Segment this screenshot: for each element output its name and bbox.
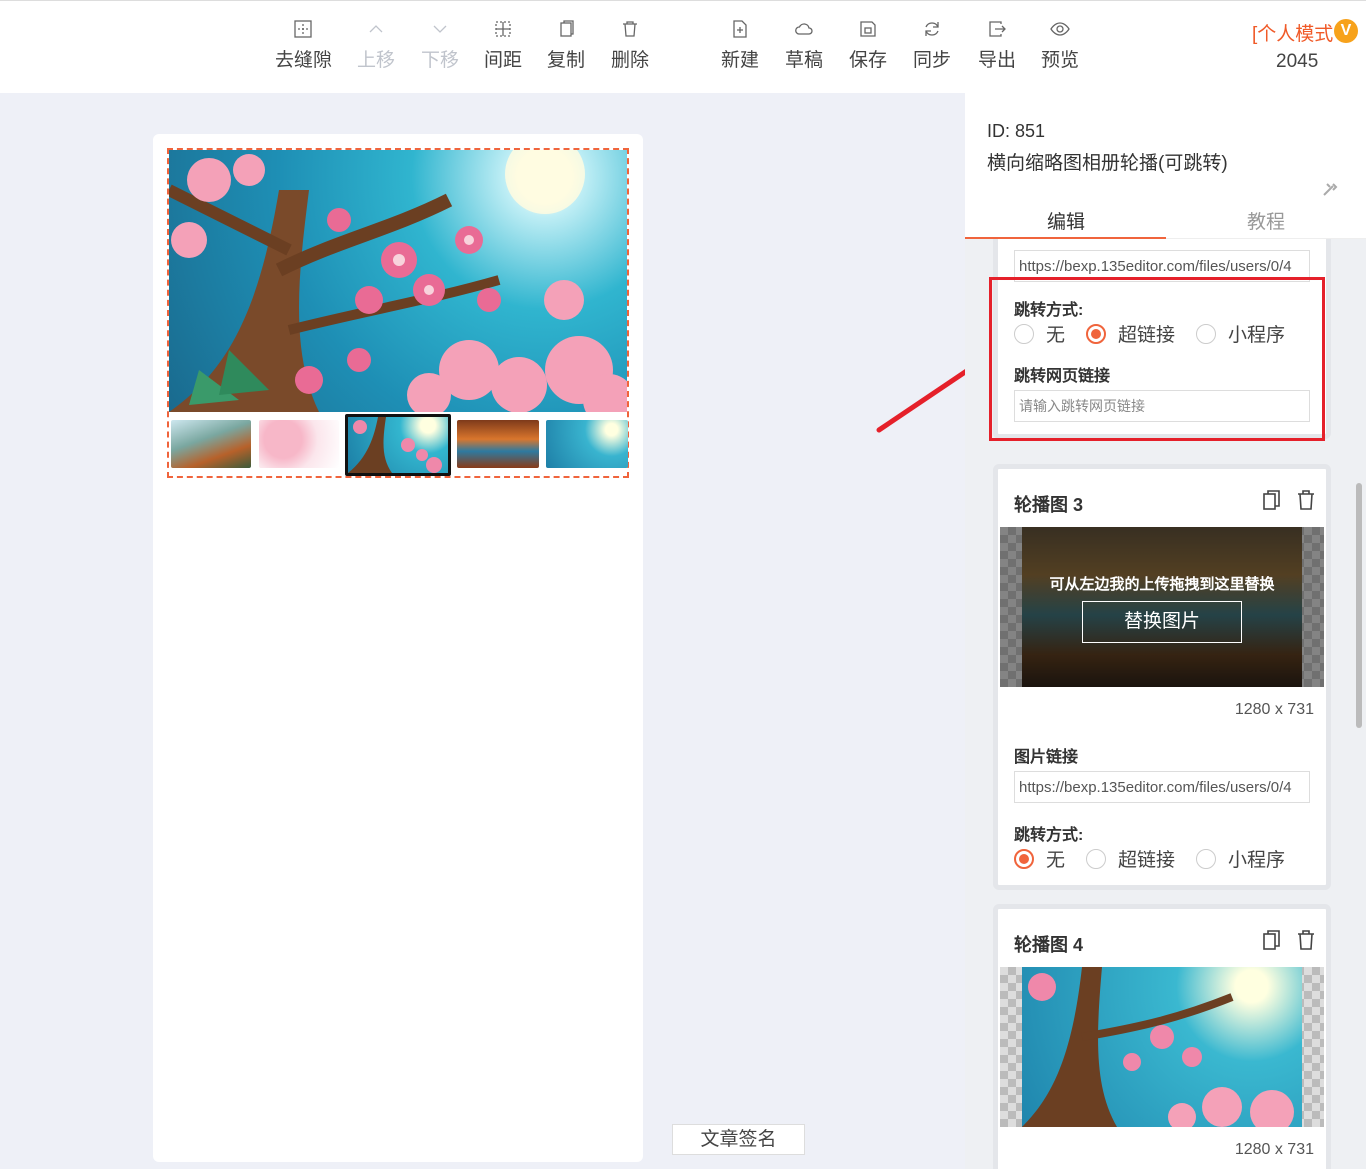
panel-scroll-area[interactable]: 跳转方式: 无 超链接 小程序 跳转网页链接 轮播图 3 可从左边我的上传拖拽到… [965,239,1366,1169]
carousel-item-card-3: 轮播图 3 可从左边我的上传拖拽到这里替换 替换图片 1280 x 731 图片… [993,464,1331,890]
card-title: 轮播图 3 [1014,495,1084,515]
remove-gap-icon [294,20,312,38]
new-label: 新建 [720,50,759,71]
sync-icon [925,22,939,36]
spacing-label: 间距 [483,50,522,71]
spacing-icon [495,21,511,37]
carousel-item-card-2: 跳转方式: 无 超链接 小程序 跳转网页链接 [993,239,1331,439]
template-name: 横向缩略图相册轮播(可跳转) [987,153,1228,174]
card-title: 轮播图 4 [1014,935,1084,955]
copy-icon[interactable] [1262,489,1282,511]
export-icon [989,21,1006,37]
new-button[interactable]: 新建 [712,19,768,72]
image-preview [1022,967,1302,1127]
article-signature-button[interactable]: 文章签名 [672,1124,805,1155]
image-link-input[interactable] [1014,771,1310,803]
jump-option-hyperlink[interactable]: 超链接 [1086,320,1175,347]
web-link-input[interactable] [1014,390,1310,422]
copy-button[interactable]: 复制 [538,19,594,72]
panel-tabs: 编辑 教程 [965,197,1366,239]
tools-icon[interactable] [1321,181,1339,197]
image-dimensions: 1280 x 731 [1234,701,1314,718]
top-toolbar: 去缝隙 上移 下移 间距 复制 删除 新建 草稿 保存 同步 导出 预览 [个人… [0,0,1366,93]
export-button[interactable]: 导出 [969,19,1025,72]
jump-option-none[interactable]: 无 [1014,320,1065,347]
thumbnail-5[interactable] [546,420,628,468]
preview-button[interactable]: 预览 [1032,19,1088,72]
web-link-label: 跳转网页链接 [1014,368,1111,385]
replace-image-button[interactable]: 替换图片 [1082,601,1242,643]
cloud-icon [795,23,813,35]
trash-icon [623,21,637,37]
carousel-thumbnails [169,414,628,476]
carousel-main-image[interactable] [169,150,627,412]
tab-edit[interactable]: 编辑 [1047,207,1085,234]
move-down-button[interactable]: 下移 [412,19,468,72]
copy-icon[interactable] [1262,929,1282,951]
image-link-input[interactable] [1014,250,1310,282]
chevron-up-icon [369,25,383,33]
draft-label: 草稿 [784,50,823,71]
remove-gap-label: 去缝隙 [275,50,333,71]
move-up-label: 上移 [356,50,395,71]
drag-hint: 可从左边我的上传拖拽到这里替换 [1049,576,1275,593]
image-dimensions: 1280 x 731 [1234,1141,1314,1158]
export-label: 导出 [977,50,1016,71]
sync-button[interactable]: 同步 [904,19,960,72]
copy-icon [560,20,574,37]
tab-tutorial[interactable]: 教程 [1247,207,1285,234]
mode-label[interactable]: [个人模式 [1252,19,1333,46]
sync-label: 同步 [912,50,951,71]
cherry-blossom-illustration [169,150,627,412]
save-label: 保存 [848,50,887,71]
copy-label: 复制 [546,50,585,71]
eye-icon [1050,22,1070,36]
carousel-component[interactable] [167,148,629,478]
delete-button[interactable]: 删除 [602,19,658,72]
jump-option-none[interactable]: 无 [1014,845,1065,872]
move-up-button[interactable]: 上移 [348,19,404,72]
spacing-button[interactable]: 间距 [475,19,531,72]
vip-badge: V [1334,19,1358,43]
preview-label: 预览 [1040,50,1079,71]
mode-number: 2045 [1276,51,1319,72]
image-drop-zone[interactable] [1000,967,1324,1127]
remove-gap-button[interactable]: 去缝隙 [275,19,333,72]
carousel-item-card-4: 轮播图 4 1280 x 731 [993,904,1331,1169]
jump-mode-label: 跳转方式: [1014,827,1084,844]
thumbnail-3-active[interactable] [345,414,451,476]
thumbnail-1[interactable] [171,420,251,468]
jump-option-miniprogram[interactable]: 小程序 [1196,320,1285,347]
draft-button[interactable]: 草稿 [776,19,832,72]
save-icon [860,21,876,37]
jump-mode-label: 跳转方式: [1014,302,1084,319]
template-id: ID: 851 [987,121,1046,141]
jump-option-hyperlink[interactable]: 超链接 [1086,845,1175,872]
jump-option-miniprogram[interactable]: 小程序 [1196,845,1285,872]
trash-icon[interactable] [1296,489,1316,511]
save-button[interactable]: 保存 [840,19,896,72]
thumbnail-2[interactable] [259,420,339,468]
delete-label: 删除 [610,50,649,71]
chevron-down-icon [433,25,447,33]
panel-scrollbar[interactable] [1356,483,1362,728]
thumbnail-4[interactable] [457,420,539,468]
new-file-icon [733,20,747,38]
settings-panel: ID: 851 横向缩略图相册轮播(可跳转) 编辑 教程 跳转方式: 无 超链接… [965,93,1366,1169]
editor-canvas [153,134,643,1162]
image-drop-zone[interactable]: 可从左边我的上传拖拽到这里替换 替换图片 [1000,527,1324,687]
move-down-label: 下移 [420,50,459,71]
image-link-label: 图片链接 [1014,749,1079,766]
trash-icon[interactable] [1296,929,1316,951]
